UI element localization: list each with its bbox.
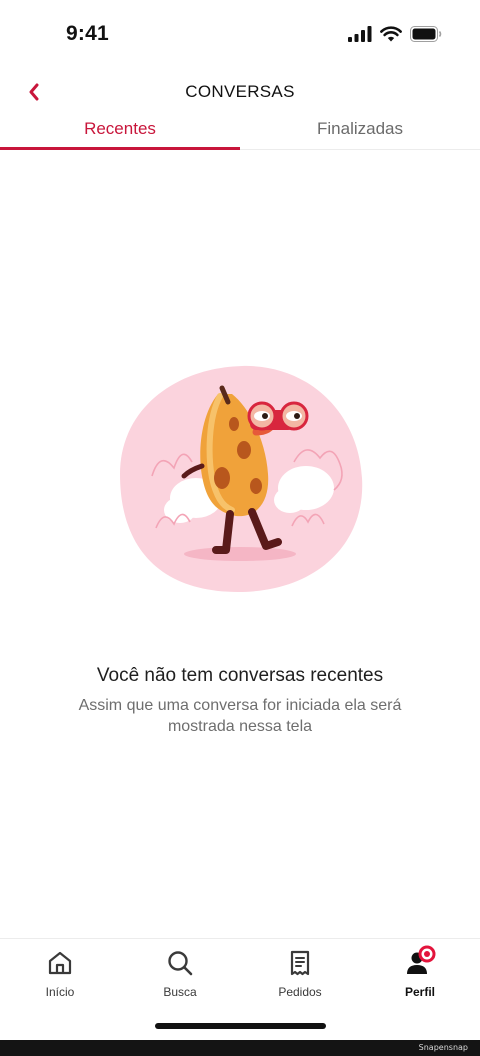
empty-state-title: Você não tem conversas recentes (96, 665, 384, 686)
search-icon (168, 951, 193, 976)
shadow (184, 547, 296, 561)
receipt-icon (290, 950, 310, 976)
tab-recentes[interactable]: Recentes (0, 112, 240, 150)
nav-label-pedidos: Pedidos (278, 985, 322, 999)
home-icon (48, 951, 72, 975)
footer-bar: Snapensnap (0, 1040, 480, 1056)
status-time: 9:41 (66, 22, 109, 45)
profile-icon (407, 945, 436, 974)
nav-item-perfil[interactable]: Perfil (360, 939, 480, 1041)
wifi-icon (380, 26, 402, 42)
nav-label-perfil: Perfil (404, 985, 435, 999)
tab-finalizadas[interactable]: Finalizadas (240, 112, 480, 149)
nav-label-inicio: Início (45, 985, 75, 999)
home-indicator (155, 1023, 326, 1029)
status-icons (348, 26, 442, 42)
battery-icon (410, 26, 442, 42)
page-title: CONVERSAS (185, 82, 295, 101)
signal-icon (348, 26, 372, 42)
header: CONVERSAS (0, 70, 480, 114)
nav-label-busca: Busca (163, 985, 197, 999)
empty-state-description: Assim que uma conversa for iniciada ela … (78, 697, 402, 735)
status-bar: 9:41 (0, 0, 480, 70)
tab-bar: Recentes Finalizadas (0, 112, 480, 150)
watermark-text: Snapensnap (418, 1043, 468, 1052)
nav-item-inicio[interactable]: Início (0, 939, 120, 1041)
empty-state-illustration (120, 365, 363, 592)
